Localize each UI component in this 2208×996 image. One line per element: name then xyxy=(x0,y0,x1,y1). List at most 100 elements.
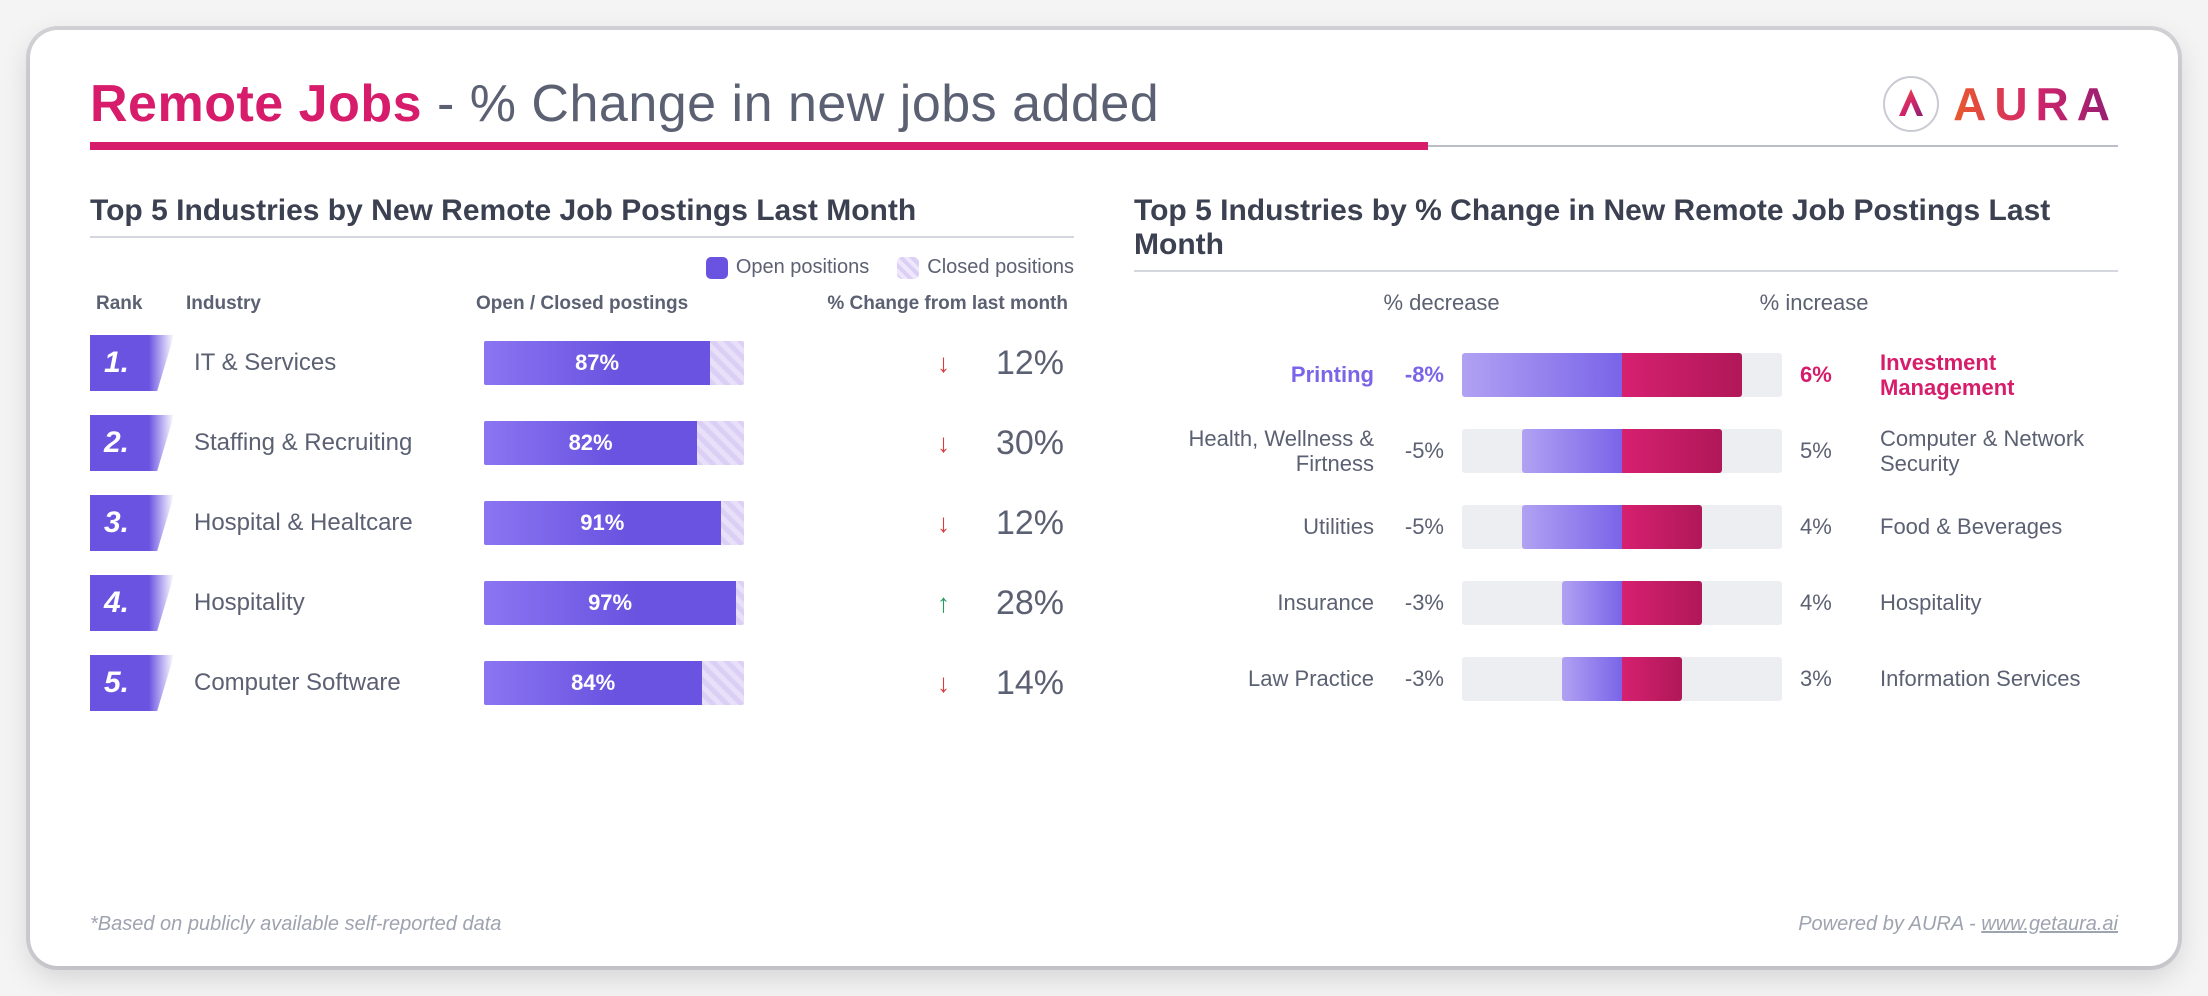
industry-name: Staffing & Recruiting xyxy=(174,429,484,457)
right-panel-title: Top 5 Industries by % Change in New Remo… xyxy=(1134,194,2118,262)
change-cell: ↓12% xyxy=(744,344,1074,383)
postings-bar: 91% xyxy=(484,501,744,545)
legend: Open positions Closed positions xyxy=(90,256,1074,279)
change-cell: ↓ 30% xyxy=(744,424,1074,463)
powered-by: Powered by AURA - www.getaura.ai xyxy=(1798,913,2118,936)
brand-name: AURA xyxy=(1953,77,2118,131)
open-bar: 87% xyxy=(484,341,710,385)
footer: *Based on publicly available self-report… xyxy=(90,913,2118,936)
title-rest: - % Change in new jobs added xyxy=(437,75,1159,133)
aura-logo-icon xyxy=(1883,76,1939,132)
change-cell: ↓ 14% xyxy=(744,664,1074,703)
decrease-value: -5% xyxy=(1374,514,1452,540)
rank-badge: 2. xyxy=(90,415,174,471)
page-title: Remote Jobs - % Change in new jobs added xyxy=(90,74,1159,134)
table-row: 1.IT & Services87% ↓12% xyxy=(90,329,1074,397)
right-panel: Top 5 Industries by % Change in New Remo… xyxy=(1134,194,2118,729)
decrease-bar xyxy=(1522,505,1622,549)
increase-industry: Investment Management xyxy=(1870,350,2118,401)
arrow-up-icon: ↑ xyxy=(937,588,950,619)
brand: AURA xyxy=(1883,76,2118,132)
rank-badge: 1. xyxy=(90,335,174,391)
legend-open: Open positions xyxy=(706,256,869,279)
decrease-industry: Insurance xyxy=(1134,590,1374,615)
diverging-row: Health, Wellness & Firtness-5% 5%Computer… xyxy=(1134,418,2118,484)
open-bar: 84% xyxy=(484,661,702,705)
diverging-row: Utilities-5% 4%Food & Beverages xyxy=(1134,494,2118,560)
decrease-industry: Utilities xyxy=(1134,514,1374,539)
increase-industry: Food & Beverages xyxy=(1870,514,2118,539)
diverging-track xyxy=(1462,429,1782,473)
increase-label: % increase xyxy=(1760,290,1869,316)
table-row: 5.Computer Software84% ↓ 14% xyxy=(90,649,1074,717)
increase-value: 5% xyxy=(1792,438,1870,464)
decrease-bar xyxy=(1522,429,1622,473)
diverging-row: Insurance-3%4%Hospitality xyxy=(1134,570,2118,636)
diverging-body: Printing-8%6%Investment ManagementHealth… xyxy=(1134,342,2118,712)
diverging-row: Printing-8%6%Investment Management xyxy=(1134,342,2118,408)
increase-bar xyxy=(1622,581,1702,625)
arrow-down-icon: ↓ xyxy=(937,508,950,539)
rank-badge: 5. xyxy=(90,655,174,711)
legend-open-label: Open positions xyxy=(736,256,869,279)
report-card: Remote Jobs - % Change in new jobs added… xyxy=(30,30,2178,966)
diverging-track xyxy=(1462,505,1782,549)
title-strong: Remote Jobs xyxy=(90,75,422,133)
decrease-bar xyxy=(1562,657,1622,701)
legend-closed-swatch xyxy=(897,257,919,279)
increase-value: 6% xyxy=(1792,362,1870,388)
open-bar: 91% xyxy=(484,501,721,545)
open-bar: 97% xyxy=(484,581,736,625)
decrease-label: % decrease xyxy=(1383,290,1499,316)
table-row: 4.Hospitality97%↑28% xyxy=(90,569,1074,637)
increase-industry: Information Services xyxy=(1870,666,2118,691)
decrease-value: -8% xyxy=(1374,362,1452,388)
diverging-track xyxy=(1462,581,1782,625)
industry-name: Hospitality xyxy=(174,589,484,617)
diverging-header: % decrease % increase xyxy=(1134,290,2118,316)
legend-open-swatch xyxy=(706,257,728,279)
arrow-down-icon: ↓ xyxy=(937,428,950,459)
increase-bar xyxy=(1622,657,1682,701)
table-row: 2.Staffing & Recruiting82% ↓ 30% xyxy=(90,409,1074,477)
legend-closed-label: Closed positions xyxy=(927,256,1074,279)
decrease-bar xyxy=(1562,581,1622,625)
table-row: 3.Hospital & Healtcare91%↓12% xyxy=(90,489,1074,557)
decrease-industry: Health, Wellness & Firtness xyxy=(1134,426,1374,477)
increase-industry: Computer & Network Security xyxy=(1870,426,2118,477)
industry-name: Computer Software xyxy=(174,669,484,697)
decrease-bar xyxy=(1462,353,1622,397)
left-panel: Top 5 Industries by New Remote Job Posti… xyxy=(90,194,1074,729)
table-body: 1.IT & Services87% ↓12% 2.Staffing & Recru… xyxy=(90,329,1074,717)
change-value: 28% xyxy=(968,584,1064,623)
col-rank: Rank xyxy=(96,293,186,315)
arrow-down-icon: ↓ xyxy=(937,348,950,379)
increase-bar xyxy=(1622,429,1722,473)
legend-closed: Closed positions xyxy=(897,256,1074,279)
decrease-industry: Law Practice xyxy=(1134,666,1374,691)
diverging-row: Law Practice-3% 3%Information Services xyxy=(1134,646,2118,712)
postings-bar: 87% xyxy=(484,341,744,385)
industry-name: IT & Services xyxy=(174,349,484,377)
decrease-value: -3% xyxy=(1374,590,1452,616)
postings-bar: 82% xyxy=(484,421,744,465)
aura-link[interactable]: www.getaura.ai xyxy=(1981,913,2118,935)
table-header: Rank Industry Open / Closed postings % C… xyxy=(90,293,1074,329)
diverging-track xyxy=(1462,353,1782,397)
col-change: % Change from last month xyxy=(756,293,1068,315)
postings-bar: 97% xyxy=(484,581,744,625)
diverging-track xyxy=(1462,657,1782,701)
left-panel-title: Top 5 Industries by New Remote Job Posti… xyxy=(90,194,1074,228)
decrease-value: -5% xyxy=(1374,438,1452,464)
open-bar: 82% xyxy=(484,421,697,465)
increase-value: 4% xyxy=(1792,590,1870,616)
increase-value: 3% xyxy=(1792,666,1870,692)
increase-value: 4% xyxy=(1792,514,1870,540)
industry-name: Hospital & Healtcare xyxy=(174,509,484,537)
change-value: 30% xyxy=(968,424,1064,463)
postings-bar: 84% xyxy=(484,661,744,705)
arrow-down-icon: ↓ xyxy=(937,668,950,699)
change-value: 14% xyxy=(968,664,1064,703)
col-postings: Open / Closed postings xyxy=(476,293,756,315)
decrease-value: -3% xyxy=(1374,666,1452,692)
